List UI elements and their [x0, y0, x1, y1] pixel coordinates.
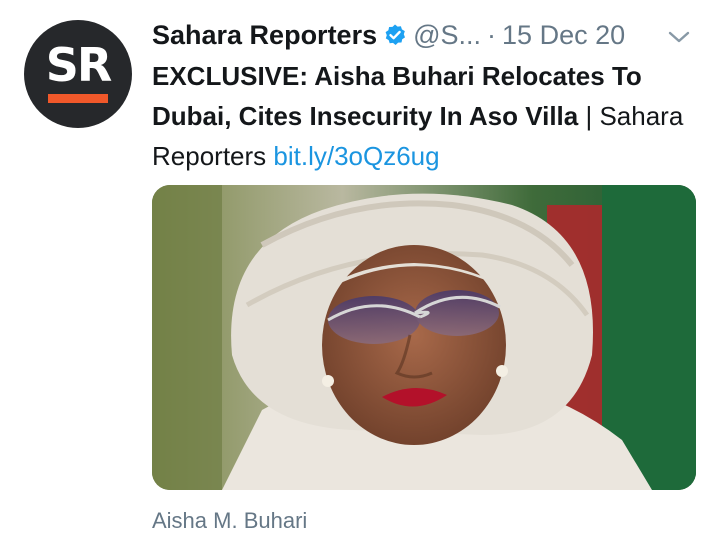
avatar-logo-underline	[48, 94, 108, 103]
tweet-photo[interactable]	[152, 185, 696, 490]
verified-badge-icon	[383, 23, 407, 47]
handle[interactable]: @S...	[413, 20, 481, 51]
photo-caption: Aisha M. Buhari	[152, 508, 308, 533]
tweet-headline: EXCLUSIVE: Aisha Buhari Relocates To Dub…	[152, 61, 642, 131]
tweet-header: Sahara Reporters @S... · 15 Dec 20	[152, 14, 625, 56]
photo-illustration	[152, 185, 696, 490]
pipe-separator: |	[578, 101, 600, 131]
tweet-text: EXCLUSIVE: Aisha Buhari Relocates To Dub…	[152, 56, 692, 176]
avatar[interactable]: SR	[24, 20, 132, 128]
separator-dot: ·	[487, 19, 497, 50]
display-name[interactable]: Sahara Reporters	[152, 20, 377, 51]
tweet-link[interactable]: bit.ly/3oQz6ug	[273, 141, 439, 171]
tweet-date[interactable]: 15 Dec 20	[502, 20, 625, 51]
avatar-logo-text: SR	[45, 38, 113, 92]
tweet-card[interactable]: SR Sahara Reporters @S... · 15 Dec 20 EX…	[0, 0, 720, 555]
chevron-down-icon[interactable]	[664, 22, 694, 52]
